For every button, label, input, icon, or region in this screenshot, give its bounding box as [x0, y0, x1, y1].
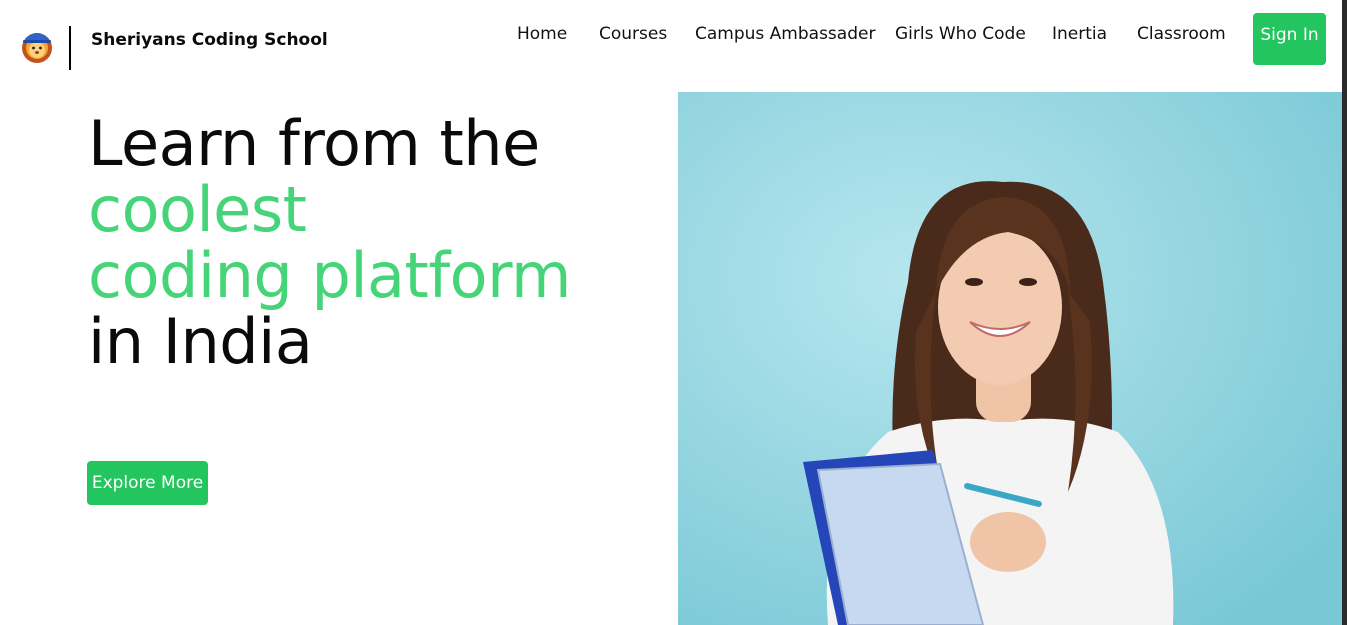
headline-line-2: coolest	[88, 173, 307, 246]
nav-courses[interactable]: Courses	[599, 24, 667, 46]
headline-line-3: coding platform	[88, 239, 571, 312]
header-divider	[69, 26, 71, 70]
hero-image	[678, 92, 1342, 625]
lion-mascot-icon[interactable]	[19, 26, 55, 64]
headline-line-1: Learn from the	[88, 107, 540, 180]
nav-home[interactable]: Home	[517, 24, 567, 46]
page: Sheriyans Coding School Home Courses Cam…	[0, 0, 1347, 625]
hero-headline: Learn from the coolest coding platform i…	[88, 111, 571, 375]
sign-in-button[interactable]: Sign In	[1253, 13, 1326, 65]
headline-line-4: in India	[88, 305, 313, 378]
window-scrollbar[interactable]	[1342, 0, 1347, 625]
nav-campus-ambassader[interactable]: Campus Ambassader	[695, 24, 875, 46]
site-header: Sheriyans Coding School Home Courses Cam…	[0, 0, 1347, 80]
nav-classroom[interactable]: Classroom	[1137, 24, 1226, 46]
brand-name[interactable]: Sheriyans Coding School	[91, 30, 328, 50]
nav-inertia[interactable]: Inertia	[1052, 24, 1107, 46]
nav-girls-who-code[interactable]: Girls Who Code	[895, 24, 1026, 46]
explore-more-button[interactable]: Explore More	[87, 461, 208, 505]
